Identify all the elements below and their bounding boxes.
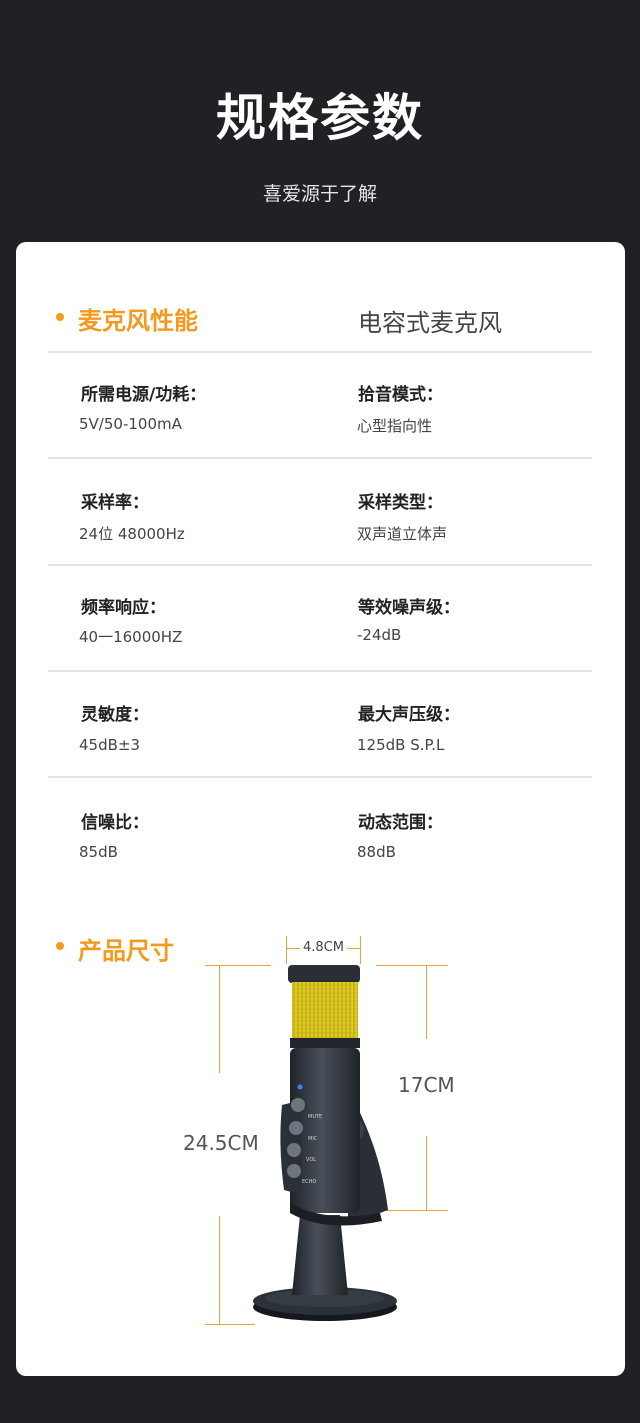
spec-label: 所需电源/功耗： (81, 385, 207, 405)
spec-value: 心型指向性 (357, 417, 433, 435)
microphone-image: MUTE MIC VOL ECHO (253, 965, 397, 1321)
total-height-line-upper (219, 965, 220, 1073)
spec-label: 信噪比： (81, 813, 149, 833)
spec-value: 40一16000HZ (79, 628, 183, 646)
page-title: 规格参数 (216, 89, 424, 147)
divider (48, 564, 592, 566)
spec-label: 灵敏度： (81, 705, 149, 725)
spec-label: 采样率： (81, 493, 149, 513)
divider (48, 776, 592, 778)
spec-value: 85dB (79, 843, 118, 861)
spec-label: 最大声压级： (358, 705, 460, 725)
divider (48, 351, 592, 353)
spec-value: -24dB (357, 626, 402, 644)
performance-title: 麦克风性能 (78, 307, 198, 335)
mute-label: MUTE (308, 1114, 322, 1120)
echo-label: ECHO (302, 1179, 316, 1185)
dimensions-title: 产品尺寸 (78, 937, 174, 965)
performance-value: 电容式麦克风 (358, 309, 502, 337)
spec-label: 采样类型： (358, 493, 443, 513)
spec-label: 等效噪声级： (358, 598, 460, 618)
spec-label: 动态范围： (358, 813, 443, 833)
bullet-dot-icon (56, 313, 64, 321)
spec-value: 88dB (357, 843, 396, 861)
bullet-dot-icon (56, 942, 64, 950)
divider (48, 457, 592, 459)
vol-label: VOL (306, 1157, 316, 1163)
spec-value: 45dB±3 (79, 736, 141, 754)
divider (48, 670, 592, 672)
page-subtitle: 喜爱源于了解 (262, 183, 377, 205)
spec-label: 拾音模式： (358, 385, 443, 405)
width-label: 4.8CM (300, 940, 347, 955)
total-height-line-lower (219, 1216, 220, 1324)
spec-value: 24位 48000Hz (79, 525, 185, 543)
spec-value: 125dB S.P.L (357, 736, 445, 754)
spec-value: 双声道立体声 (357, 525, 448, 543)
spec-label: 频率响应： (81, 598, 166, 618)
mic-label: MIC (308, 1136, 318, 1142)
spec-value: 5V/50-100mA (79, 415, 182, 433)
